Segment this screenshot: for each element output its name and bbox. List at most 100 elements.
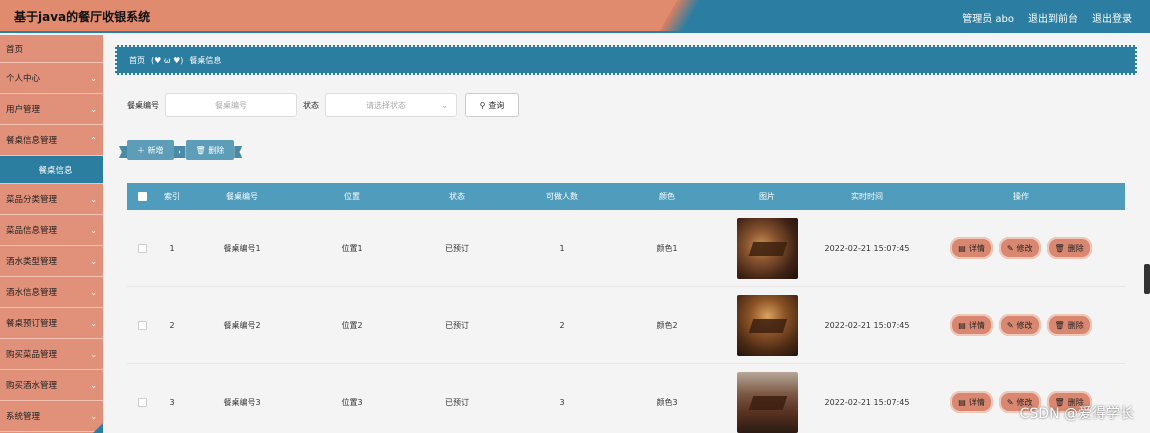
- sidebar-item-label: 菜品信息管理: [6, 226, 58, 236]
- cell-index: 1: [169, 243, 175, 253]
- cell-time: 2022-02-21 15:07:45: [824, 397, 910, 407]
- main-content: 首页 (♥ ω ♥) 餐桌信息 餐桌编号 餐桌编号 状态 请选择状态 ⌄ ⚲ 查询 …: [103, 35, 1150, 433]
- table-shape: [748, 241, 787, 256]
- row-delete-button[interactable]: 🗑 删除: [1046, 314, 1092, 336]
- sidebar-item-label: 系统管理: [6, 412, 41, 422]
- sidebar-item-system[interactable]: 系统管理 ⌄: [0, 401, 103, 432]
- action-buttons: ＋ 新增 🗑 删除: [127, 140, 235, 160]
- cell-table-no: 餐桌编号3: [223, 397, 261, 407]
- col-header: 操作: [1013, 192, 1029, 201]
- cell-status: 已预订: [445, 243, 469, 253]
- sidebar-item-users[interactable]: 用户管理 ⌄: [0, 94, 103, 125]
- row-checkbox[interactable]: [137, 320, 147, 330]
- detail-button[interactable]: ▤ 详情: [950, 237, 993, 259]
- document-icon: ▤: [958, 243, 966, 253]
- sidebar-item-label: 用户管理: [6, 105, 41, 115]
- sidebar-item-table-booking[interactable]: 餐桌预订管理 ⌄: [0, 308, 103, 339]
- add-button-label: 新增: [147, 145, 164, 155]
- sidebar: 首页 个人中心 ⌄ 用户管理 ⌄ 餐桌信息管理 ⌃ 餐桌信息 菜品分类管理 ⌄ 菜品信息…: [0, 35, 103, 433]
- col-header: 实时时间: [851, 192, 883, 201]
- select-all-checkbox[interactable]: [137, 192, 147, 201]
- header-links: 管理员 abo 退出到前台 退出登录: [962, 10, 1132, 25]
- detail-label: 详情: [968, 243, 985, 253]
- chevron-down-icon: ⌄: [90, 380, 97, 390]
- chevron-down-icon: ⌄: [90, 73, 97, 83]
- page-scrollbar[interactable]: [1144, 264, 1150, 294]
- edit-icon: ✎: [1006, 320, 1014, 330]
- chevron-down-icon: ⌄: [90, 194, 97, 204]
- watermark: CSDN @爱得学长: [1019, 406, 1134, 422]
- sidebar-subitem-table-info[interactable]: 餐桌信息: [0, 156, 103, 184]
- table-row: 2 餐桌编号2 位置2 已预订 2 颜色2 2022-02-21 15:07:4…: [127, 287, 1125, 364]
- logout-link[interactable]: 退出登录: [1092, 10, 1132, 25]
- sidebar-item-personal-center[interactable]: 个人中心 ⌄: [0, 63, 103, 94]
- cell-capacity: 3: [559, 397, 565, 407]
- data-table: 索引 餐桌编号 位置 状态 可做人数 颜色 图片 实时时间 操作 1 餐桌编号1…: [127, 183, 1125, 433]
- search-icon: ⚲: [479, 100, 486, 110]
- breadcrumb-current: 餐桌信息: [189, 55, 222, 65]
- sidebar-item-drink-info[interactable]: 酒水信息管理 ⌄: [0, 277, 103, 308]
- edit-icon: ✎: [1006, 243, 1014, 253]
- cell-time: 2022-02-21 15:07:45: [824, 320, 910, 330]
- sidebar-item-buy-dishes[interactable]: 购买菜品管理 ⌄: [0, 339, 103, 370]
- cell-color: 颜色3: [656, 397, 678, 407]
- sidebar-item-label: 个人中心: [6, 74, 41, 84]
- edit-label: 修改: [1016, 243, 1033, 253]
- query-button[interactable]: ⚲ 查询: [465, 93, 519, 117]
- table-shape: [748, 318, 787, 333]
- cell-table-no: 餐桌编号1: [223, 243, 261, 253]
- table-photo[interactable]: [736, 217, 798, 279]
- sidebar-item-label: 餐桌预订管理: [6, 319, 58, 329]
- query-button-label: 查询: [488, 100, 505, 110]
- sidebar-item-table-management[interactable]: 餐桌信息管理 ⌃: [0, 125, 103, 156]
- edit-label: 修改: [1016, 320, 1033, 330]
- sidebar-item-buy-drinks[interactable]: 购买酒水管理 ⌄: [0, 370, 103, 401]
- breadcrumb-home[interactable]: 首页: [129, 55, 145, 66]
- cell-status: 已预订: [445, 320, 469, 330]
- sidebar-item-dish-category[interactable]: 菜品分类管理 ⌄: [0, 184, 103, 215]
- back-to-front-link[interactable]: 退出到前台: [1028, 10, 1078, 25]
- status-select[interactable]: 请选择状态 ⌄: [325, 93, 457, 117]
- cell-capacity: 2: [559, 320, 565, 330]
- detail-button[interactable]: ▤ 详情: [950, 314, 993, 336]
- row-checkbox[interactable]: [137, 243, 147, 253]
- add-button[interactable]: ＋ 新增: [127, 140, 174, 160]
- edit-button[interactable]: ✎ 修改: [998, 314, 1041, 336]
- trash-icon: 🗑: [1054, 320, 1065, 330]
- search-bar: 餐桌编号 餐桌编号 状态 请选择状态 ⌄ ⚲ 查询: [127, 93, 519, 117]
- col-header: 可做人数: [546, 192, 578, 201]
- chevron-down-icon: ⌄: [90, 104, 97, 114]
- table-row: 3 餐桌编号3 位置3 已预订 3 颜色3 2022-02-21 15:07:4…: [127, 364, 1125, 433]
- cell-color: 颜色1: [656, 243, 678, 253]
- chevron-down-icon: ⌄: [90, 411, 97, 421]
- sidebar-item-label: 酒水信息管理: [6, 288, 58, 298]
- detail-label: 详情: [968, 320, 985, 330]
- detail-button[interactable]: ▤ 详情: [950, 391, 993, 413]
- row-checkbox[interactable]: [137, 397, 147, 407]
- table-photo[interactable]: [736, 294, 798, 356]
- cell-index: 2: [169, 320, 175, 330]
- col-header: 位置: [344, 192, 360, 201]
- row-delete-label: 删除: [1067, 243, 1084, 253]
- cell-table-no: 餐桌编号2: [223, 320, 261, 330]
- delete-button[interactable]: 🗑 删除: [185, 140, 235, 160]
- table-no-input[interactable]: 餐桌编号: [165, 93, 297, 117]
- chevron-down-icon: ⌄: [90, 256, 97, 266]
- chevron-down-icon: ⌄: [90, 225, 97, 235]
- cell-location: 位置1: [341, 243, 363, 253]
- chevron-down-icon: ⌄: [90, 287, 97, 297]
- edit-button[interactable]: ✎ 修改: [998, 237, 1041, 259]
- status-placeholder: 请选择状态: [366, 100, 406, 110]
- detail-label: 详情: [968, 397, 985, 407]
- document-icon: ▤: [958, 397, 966, 407]
- sidebar-item-home[interactable]: 首页: [0, 35, 103, 63]
- row-delete-button[interactable]: 🗑 删除: [1046, 237, 1092, 259]
- table-photo[interactable]: [736, 371, 798, 433]
- plus-icon: ＋: [137, 145, 145, 155]
- sidebar-item-drink-type[interactable]: 酒水类型管理 ⌄: [0, 246, 103, 277]
- document-icon: ▤: [958, 320, 966, 330]
- col-header: 颜色: [659, 192, 675, 201]
- cell-status: 已预订: [445, 397, 469, 407]
- trash-icon: 🗑: [195, 145, 206, 155]
- sidebar-item-dish-info[interactable]: 菜品信息管理 ⌄: [0, 215, 103, 246]
